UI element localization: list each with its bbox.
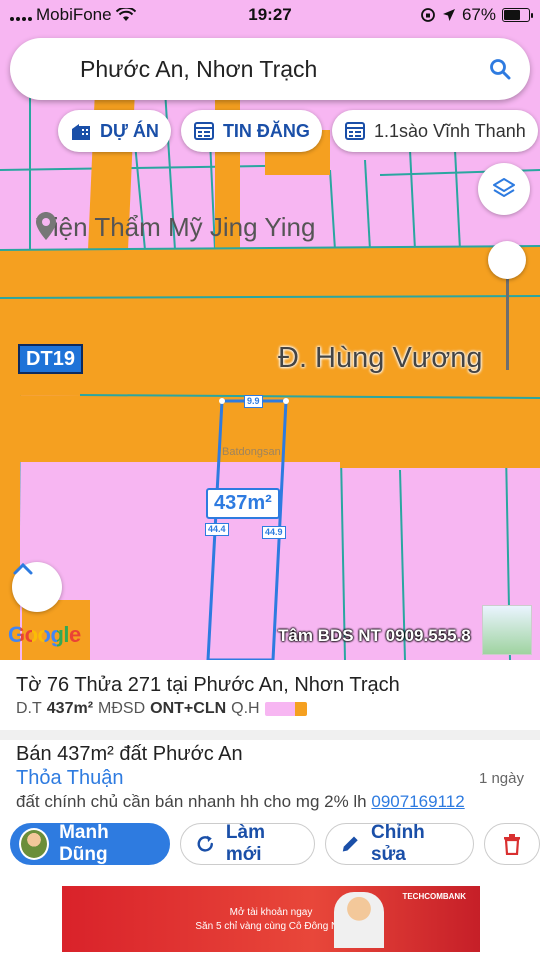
layers-button[interactable] [478, 163, 530, 215]
listing-price: Thỏa Thuận [16, 767, 124, 789]
ad-banner[interactable]: TECHCOMBANK Mở tài khoản ngay Săn 5 chỉ … [62, 886, 480, 952]
agent-button[interactable]: Manh Dũng [10, 822, 171, 865]
roads [0, 90, 540, 660]
chip-du-an[interactable]: DỰ ÁN [58, 110, 171, 152]
ad-line-1: Mở tài khoản ngay [229, 906, 313, 918]
bottom-panel: Tờ 76 Thửa 271 tại Phước An, Nhơn Trạch … [0, 660, 540, 960]
overlay-label: Tâm BDS NT 0909.555.8 [278, 626, 471, 645]
refresh-icon [197, 835, 214, 852]
google-logo: Google [8, 622, 81, 648]
edit-button[interactable]: Chỉnh sửa [325, 822, 474, 865]
search-input[interactable]: Phước An, Nhơn Trạch [70, 56, 470, 83]
parcel-corner-marker [219, 398, 225, 404]
description-text: đất chính chủ cần bán nhanh hh cho mg 2%… [16, 792, 367, 811]
refresh-label: Làm mới [225, 822, 265, 865]
ad-person-image [334, 892, 384, 948]
ad-line-2: Săn 5 chỉ vàng cùng Cô Đông Nát [195, 920, 347, 932]
parcel-info: D.T 437m² MĐSD ONT+CLN Q.H [16, 700, 307, 718]
agent-name: Manh Dũng [59, 822, 109, 865]
filter-chips: DỰ ÁN TIN ĐĂNG 1.1sào Vĩnh Thanh [58, 110, 538, 152]
edit-label: Chỉnh sửa [370, 822, 425, 865]
chip-saved-search[interactable]: 1.1sào Vĩnh Thanh [331, 110, 538, 152]
ad-thumbnail[interactable] [482, 605, 532, 655]
batdongsan-watermark: Batdongsan [222, 446, 281, 458]
layers-icon [493, 178, 515, 197]
battery-percent: 67% [461, 5, 496, 24]
pencil-icon [343, 836, 359, 852]
poi-marker[interactable]: Viện Thẩm Mỹ Jing Ying [36, 212, 315, 243]
map-pin-icon [36, 212, 56, 240]
divider [0, 730, 540, 740]
status-right: 67% [420, 5, 533, 25]
qh-label: Q.H [231, 700, 260, 717]
chevron-up-icon [13, 562, 33, 575]
parcel-corner-marker [283, 398, 289, 404]
trash-icon [503, 834, 520, 855]
search-icon [490, 59, 511, 80]
phone-link[interactable]: 0907169112 [371, 792, 464, 811]
status-bar: MobiFone 19:27 67% [0, 0, 540, 30]
opacity-slider-handle[interactable] [488, 241, 526, 279]
listing-description: đất chính chủ cần bán nhanh hh cho mg 2%… [16, 792, 465, 812]
search-button[interactable] [470, 39, 530, 99]
parcel-area-label: 437m² [206, 488, 280, 519]
area-value: 437m² [46, 700, 94, 717]
delete-button[interactable] [483, 823, 540, 865]
battery-icon [502, 8, 533, 22]
ad-bank-name: TECHCOMBANK [402, 892, 466, 901]
chip-label: DỰ ÁN [100, 120, 159, 141]
mdsd-label: MĐSD [98, 700, 146, 717]
dimension-left: 44.4 [205, 523, 229, 536]
road-badge: DT19 [18, 344, 83, 374]
listing-age: 1 ngày [478, 770, 524, 787]
location-arrow-icon [442, 9, 455, 21]
action-buttons: Manh Dũng Làm mới Chỉnh sửa [10, 822, 540, 865]
chip-label: TIN ĐĂNG [222, 120, 310, 141]
search-bar[interactable]: Phước An, Nhơn Trạch [10, 38, 530, 100]
refresh-button[interactable]: Làm mới [180, 822, 316, 865]
collapse-button[interactable] [12, 562, 62, 612]
poi-label: Viện Thẩm Mỹ Jing Ying [36, 212, 316, 242]
screen: Viện Thẩm Mỹ Jing Ying DT19 Đ. Hùng Vươn… [0, 0, 540, 960]
listing-title[interactable]: Bán 437m² đất Phước An [16, 743, 243, 766]
planning-color-swatch [264, 702, 307, 716]
calendar-grid-icon [193, 122, 214, 140]
street-name: Đ. Hùng Vương [278, 342, 483, 374]
rotation-lock-icon [421, 8, 435, 22]
chip-label: 1.1sào Vĩnh Thanh [373, 120, 526, 141]
land-use-value: ONT+CLN [150, 700, 227, 717]
dimension-top: 9.9 [244, 395, 263, 408]
chip-tin-dang[interactable]: TIN ĐĂNG [180, 110, 322, 152]
office-building-icon [72, 124, 90, 140]
avatar [19, 828, 50, 860]
calendar-grid-icon [344, 122, 365, 140]
dt-label: D.T [16, 700, 42, 717]
google-logo-text: Google [8, 622, 81, 647]
parcel-title: Tờ 76 Thửa 271 tại Phước An, Nhơn Trạch [16, 674, 400, 696]
dimension-right: 44.9 [262, 526, 286, 539]
